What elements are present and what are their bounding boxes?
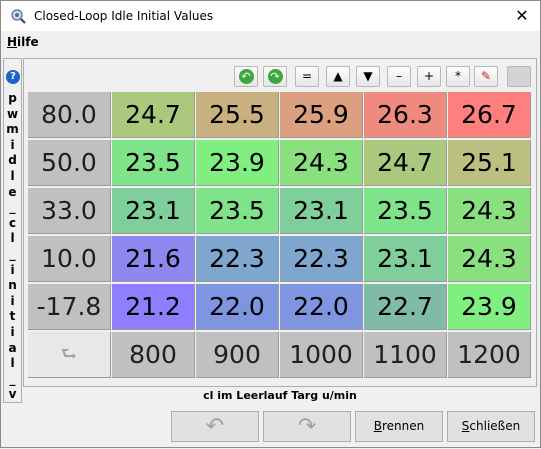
undo-button[interactable]: ↶ bbox=[171, 411, 259, 442]
burn-rest: rennen bbox=[381, 419, 425, 433]
redo-button[interactable]: ↷ bbox=[263, 411, 351, 442]
table-cell[interactable]: 26.7 bbox=[448, 92, 531, 138]
vertical-label-char: w bbox=[6, 106, 19, 121]
table-cell[interactable]: 23.5 bbox=[364, 188, 447, 234]
table-cell[interactable]: 22.3 bbox=[196, 236, 279, 282]
vertical-label-char: c bbox=[8, 215, 17, 230]
x-axis-title: cl im Leerlauf Targ u/min bbox=[203, 389, 357, 402]
multiply-button[interactable]: * bbox=[446, 66, 470, 87]
help-icon[interactable]: ? bbox=[6, 70, 20, 84]
table-cell[interactable]: 22.3 bbox=[280, 236, 363, 282]
set-equal-button[interactable]: = bbox=[295, 66, 319, 87]
close-rest: chließen bbox=[469, 419, 521, 433]
table-cell[interactable]: 24.3 bbox=[448, 236, 531, 282]
table-cell[interactable]: 26.3 bbox=[364, 92, 447, 138]
table-cell[interactable]: 23.1 bbox=[280, 188, 363, 234]
close-icon[interactable]: ✕ bbox=[512, 6, 532, 26]
vertical-label-char: e bbox=[8, 184, 17, 199]
table-toolbar: ↶ ↷ = ▲ ▼ – + * ✎ bbox=[24, 59, 536, 91]
table-cell[interactable]: 22.7 bbox=[364, 284, 447, 330]
vertical-label-char: v bbox=[8, 387, 17, 402]
vertical-label-char: l bbox=[10, 168, 15, 183]
table-cell[interactable]: 22.0 bbox=[196, 284, 279, 330]
y-axis-cell[interactable]: -17.8 bbox=[28, 284, 111, 330]
dialog-window: Closed-Loop Idle Initial Values ✕ Hilfe … bbox=[0, 0, 541, 448]
vertical-label-char: t bbox=[9, 309, 16, 324]
undo-green-icon[interactable]: ↶ bbox=[234, 66, 258, 87]
add-button[interactable]: + bbox=[417, 66, 441, 87]
disabled-box[interactable] bbox=[507, 66, 531, 87]
table-cell[interactable]: 23.9 bbox=[448, 284, 531, 330]
table-cell[interactable]: 25.9 bbox=[280, 92, 363, 138]
decrease-button[interactable]: ▼ bbox=[356, 66, 380, 87]
y-axis-cell[interactable]: 33.0 bbox=[28, 188, 111, 234]
table-panel: ↶ ↷ = ▲ ▼ – + * ✎ 80.0 24.7 25.5 25.9 26.3 26.7 50.0 23… bbox=[23, 58, 537, 387]
vertical-label-char: l bbox=[10, 231, 15, 246]
table-cell[interactable]: 23.1 bbox=[364, 236, 447, 282]
vertical-label-char: l bbox=[10, 356, 15, 371]
undo-green-icon-glyph: ↶ bbox=[238, 69, 254, 84]
table-cell[interactable]: 23.5 bbox=[112, 140, 195, 186]
close-button[interactable]: Schließen bbox=[447, 411, 535, 442]
vertical-label-char: p bbox=[8, 91, 17, 105]
burn-mnemonic: B bbox=[373, 419, 382, 433]
x-axis-cell[interactable]: 1100 bbox=[364, 332, 447, 378]
vertical-label-char: a bbox=[8, 340, 17, 355]
table-cell[interactable]: 25.5 bbox=[196, 92, 279, 138]
redo-green-icon[interactable]: ↷ bbox=[263, 66, 287, 87]
table-cell[interactable]: 23.5 bbox=[196, 188, 279, 234]
x-axis-cell[interactable]: 800 bbox=[112, 332, 195, 378]
menu-help-mnemonic: H bbox=[7, 35, 18, 49]
table-cell[interactable]: 23.1 bbox=[112, 188, 195, 234]
table-cell[interactable]: 24.7 bbox=[112, 92, 195, 138]
title-bar: Closed-Loop Idle Initial Values ✕ bbox=[1, 1, 540, 31]
table-cell[interactable]: 23.9 bbox=[196, 140, 279, 186]
table-cell[interactable]: 21.2 bbox=[112, 284, 195, 330]
x-axis-cell[interactable]: 1200 bbox=[448, 332, 531, 378]
vertical-label-char: i bbox=[10, 137, 15, 152]
button-bar: ↶ ↷ Brennen Schließen bbox=[1, 405, 540, 449]
vertical-label-char: n bbox=[8, 278, 17, 293]
vertical-label-bar: ? p w m i d l e _ c l _ i n i t i a l _ v bbox=[3, 58, 22, 403]
x-axis-cell[interactable]: 1000 bbox=[280, 332, 363, 378]
menu-help[interactable]: Hilfe bbox=[7, 35, 39, 49]
menu-help-rest: ilfe bbox=[17, 35, 39, 49]
y-axis-cell[interactable]: 50.0 bbox=[28, 140, 111, 186]
table-cell[interactable]: 21.6 bbox=[112, 236, 195, 282]
increase-button[interactable]: ▲ bbox=[326, 66, 350, 87]
table-cell[interactable]: 24.3 bbox=[448, 188, 531, 234]
vertical-label-char: i bbox=[10, 262, 15, 277]
y-axis-cell[interactable]: 10.0 bbox=[28, 236, 111, 282]
vertical-label-char: _ bbox=[9, 371, 16, 386]
burn-button[interactable]: Brennen bbox=[355, 411, 443, 442]
menu-bar: Hilfe bbox=[1, 32, 540, 52]
swap-axes-icon[interactable]: ⮑ bbox=[28, 332, 111, 378]
vertical-label-char: m bbox=[6, 122, 19, 137]
window-title: Closed-Loop Idle Initial Values bbox=[34, 9, 214, 23]
table-cell[interactable]: 24.3 bbox=[280, 140, 363, 186]
vertical-label-char: i bbox=[10, 293, 15, 308]
gear-search-icon bbox=[11, 9, 26, 24]
table-cell[interactable]: 25.1 bbox=[448, 140, 531, 186]
subtract-button[interactable]: – bbox=[387, 66, 411, 87]
table-cell[interactable]: 22.0 bbox=[280, 284, 363, 330]
table-cell[interactable]: 24.7 bbox=[364, 140, 447, 186]
vertical-label-char: _ bbox=[9, 246, 16, 261]
vertical-label-char: _ bbox=[9, 200, 16, 215]
interpolate-icon[interactable]: ✎ bbox=[474, 66, 498, 87]
x-axis-cell[interactable]: 900 bbox=[196, 332, 279, 378]
vertical-label-char: d bbox=[8, 153, 17, 168]
y-axis-cell[interactable]: 80.0 bbox=[28, 92, 111, 138]
redo-green-icon-glyph: ↷ bbox=[267, 69, 283, 84]
vertical-label: p w m i d l e _ c l _ i n i t i a l _ v bbox=[4, 91, 21, 403]
vertical-label-char: i bbox=[10, 324, 15, 339]
